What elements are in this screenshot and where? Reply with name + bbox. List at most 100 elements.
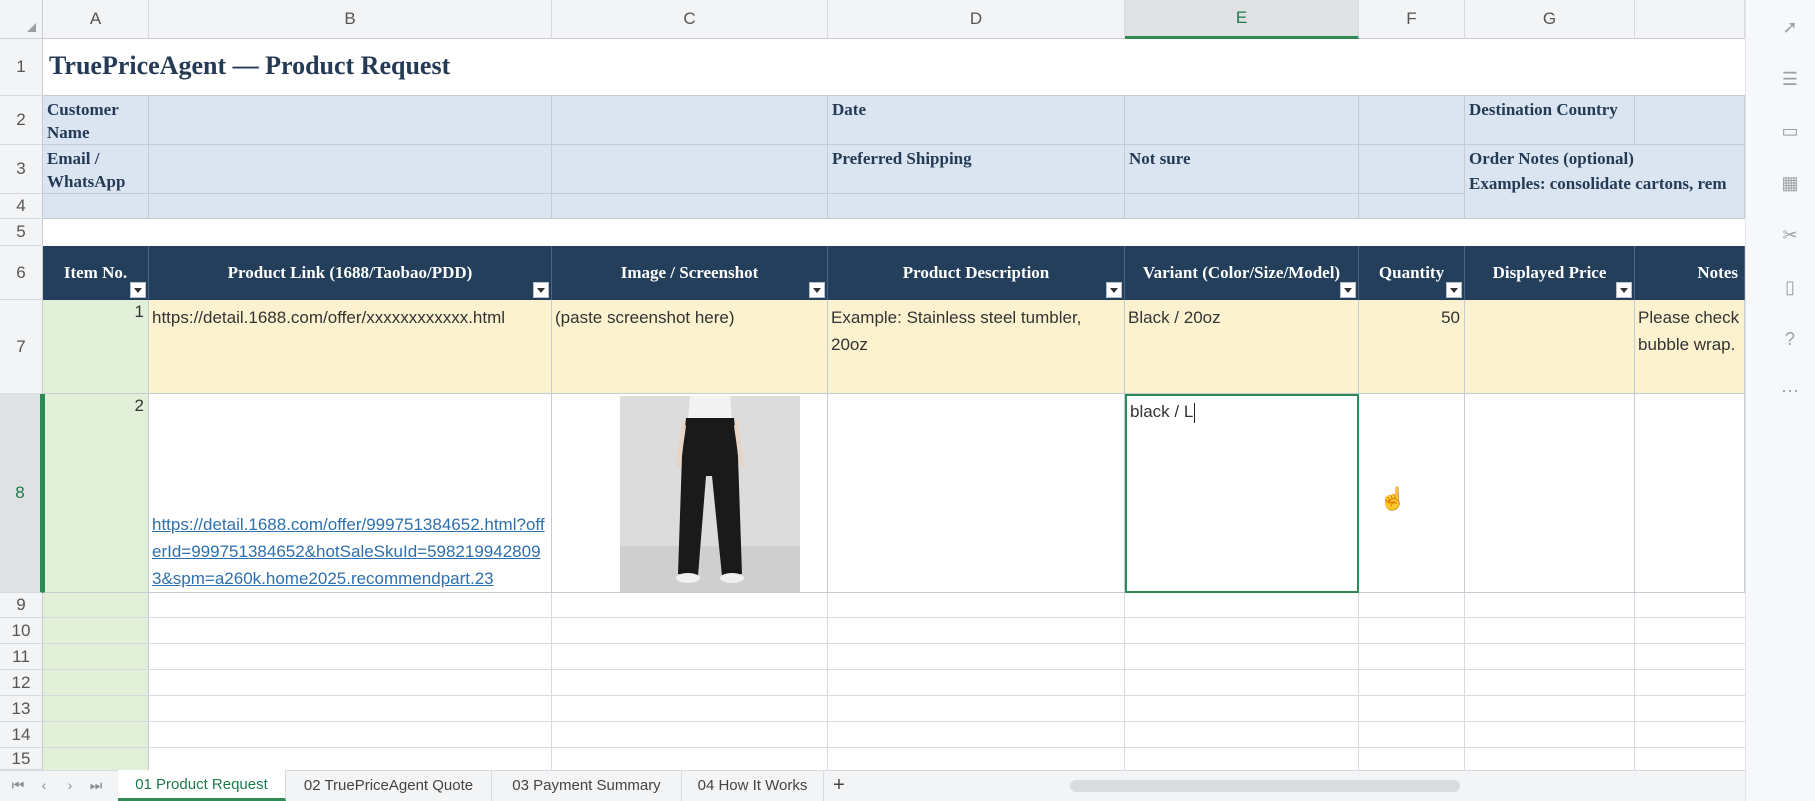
column-header-g[interactable]: G [1465, 0, 1635, 39]
last-sheet-icon[interactable]: ⏭ [88, 776, 104, 794]
row7-description[interactable]: Example: Stainless steel tumbler, 20oz [828, 300, 1125, 394]
row-header-12[interactable]: 12 [0, 670, 43, 696]
shipping-input-ext[interactable] [1359, 145, 1465, 194]
column-header-d[interactable]: D [828, 0, 1125, 39]
first-sheet-icon[interactable]: ⏮ [10, 776, 26, 794]
row7-notes[interactable]: Please check bubble wrap. [1635, 300, 1745, 394]
row8-image-cell[interactable] [552, 394, 828, 593]
row-header-9[interactable]: 9 [0, 593, 43, 618]
filter-dropdown-icon[interactable] [130, 282, 146, 298]
date-input[interactable] [1125, 96, 1359, 145]
tab-payment-summary[interactable]: 03 Payment Summary [492, 770, 682, 801]
row7-quantity[interactable]: 50 [1359, 300, 1465, 394]
tab-how-it-works[interactable]: 04 How It Works [682, 770, 824, 801]
row-header-4[interactable]: 4 [0, 194, 43, 219]
header-variant[interactable]: Variant (Color/Size/Model) [1125, 246, 1359, 300]
filter-dropdown-icon[interactable] [533, 282, 549, 298]
filter-dropdown-icon[interactable] [1616, 282, 1632, 298]
row-header-14[interactable]: 14 [0, 722, 43, 748]
row-header-6[interactable]: 6 [0, 246, 43, 300]
column-header-h[interactable] [1635, 0, 1745, 39]
filter-dropdown-icon[interactable] [809, 282, 825, 298]
horizontal-scrollbar[interactable] [1070, 780, 1460, 792]
row-header-13[interactable]: 13 [0, 696, 43, 722]
row-header-5[interactable]: 5 [0, 219, 43, 246]
header-item-no[interactable]: Item No. [43, 246, 149, 300]
filter-dropdown-icon[interactable] [1340, 282, 1356, 298]
date-input-ext[interactable] [1359, 96, 1465, 145]
row7-price[interactable] [1465, 300, 1635, 394]
product-photo[interactable] [620, 396, 800, 592]
email-input[interactable] [149, 145, 552, 194]
row8-notes[interactable] [1635, 394, 1745, 593]
column-header-b[interactable]: B [149, 0, 552, 39]
comment-icon[interactable]: ▭ [1779, 120, 1801, 142]
destination-input[interactable] [1635, 96, 1745, 145]
header-item-no-label: Item No. [63, 263, 128, 282]
tools-icon[interactable]: ✂ [1779, 224, 1801, 246]
customer-name-label: Customer Name [43, 96, 149, 145]
info-row4-a[interactable] [43, 194, 149, 219]
row7-image[interactable]: (paste screenshot here) [552, 300, 828, 394]
row8-price[interactable] [1465, 394, 1635, 593]
next-sheet-icon[interactable]: › [62, 776, 78, 794]
email-label: Email / WhatsApp [43, 145, 149, 194]
header-price[interactable]: Displayed Price [1465, 246, 1635, 300]
header-product-link[interactable]: Product Link (1688/Taobao/PDD) [149, 246, 552, 300]
add-sheet-button[interactable]: + [824, 770, 854, 801]
info-row4-d[interactable] [828, 194, 1125, 219]
book-icon[interactable]: ▯ [1779, 276, 1801, 298]
tab-product-request[interactable]: 01 Product Request [118, 770, 286, 801]
column-header-e[interactable]: E [1125, 0, 1359, 39]
row8-variant-active-cell[interactable]: black / L [1125, 394, 1359, 593]
row-header-15[interactable]: 15 [0, 748, 43, 770]
sliders-icon[interactable]: ☰ [1779, 68, 1801, 90]
row-header-1[interactable]: 1 [0, 39, 43, 96]
column-header-a[interactable]: A [43, 0, 149, 39]
row8-item-no[interactable]: 2 [43, 394, 149, 593]
spreadsheet-grid[interactable]: A B C D E F G 1 2 3 4 5 6 7 8 9 10 11 12… [0, 0, 1745, 770]
item-no-column-fill[interactable] [43, 593, 149, 770]
tab-quote[interactable]: 02 TruePriceAgent Quote [286, 770, 492, 801]
row-header-8[interactable]: 8 [0, 394, 43, 593]
header-description[interactable]: Product Description [828, 246, 1125, 300]
row8-variant-text[interactable]: black / L [1127, 396, 1196, 427]
row-header-2[interactable]: 2 [0, 96, 43, 145]
row7-variant[interactable]: Black / 20oz [1125, 300, 1359, 394]
customer-name-input-ext[interactable] [552, 96, 828, 145]
row-header-10[interactable]: 10 [0, 618, 43, 644]
header-quantity[interactable]: Quantity [1359, 246, 1465, 300]
cells-icon[interactable]: ▦ [1779, 172, 1801, 194]
row-header-3[interactable]: 3 [0, 145, 43, 194]
customer-name-input[interactable] [149, 96, 552, 145]
column-header-c[interactable]: C [552, 0, 828, 39]
row7-item-no[interactable]: 1 [43, 300, 149, 394]
order-notes-cell[interactable]: Order Notes (optional) Examples: consoli… [1465, 145, 1745, 219]
row-header-7[interactable]: 7 [0, 300, 43, 394]
filter-dropdown-icon[interactable] [1446, 282, 1462, 298]
filter-dropdown-icon[interactable] [1106, 282, 1122, 298]
row7-link[interactable]: https://detail.1688.com/offer/xxxxxxxxxx… [149, 300, 552, 394]
header-image[interactable]: Image / Screenshot [552, 246, 828, 300]
row8-quantity[interactable]: ☝ [1359, 394, 1465, 593]
cursor-icon[interactable]: ➚ [1779, 16, 1801, 38]
header-notes[interactable]: Notes [1635, 246, 1745, 300]
column-header-f[interactable]: F [1359, 0, 1465, 39]
order-notes-label: Order Notes (optional) [1469, 149, 1634, 168]
product-link[interactable]: https://detail.1688.com/offer/9997513846… [149, 511, 551, 592]
info-row4-e[interactable] [1125, 194, 1359, 219]
more-icon[interactable]: ⋯ [1779, 380, 1801, 402]
prev-sheet-icon[interactable]: ‹ [36, 776, 52, 794]
title-cell[interactable]: TruePriceAgent — Product Request [43, 39, 1745, 96]
info-row4-b[interactable] [149, 194, 552, 219]
select-all-corner[interactable] [0, 0, 43, 39]
info-row4-c[interactable] [552, 194, 828, 219]
row-header-11[interactable]: 11 [0, 644, 43, 670]
row8-link-cell[interactable]: https://detail.1688.com/offer/9997513846… [149, 394, 552, 593]
info-row4-f[interactable] [1359, 194, 1465, 219]
shipping-value[interactable]: Not sure [1125, 145, 1359, 194]
email-input-ext[interactable] [552, 145, 828, 194]
help-icon[interactable]: ? [1779, 328, 1801, 350]
row8-description[interactable] [828, 394, 1125, 593]
header-price-label: Displayed Price [1492, 263, 1607, 282]
